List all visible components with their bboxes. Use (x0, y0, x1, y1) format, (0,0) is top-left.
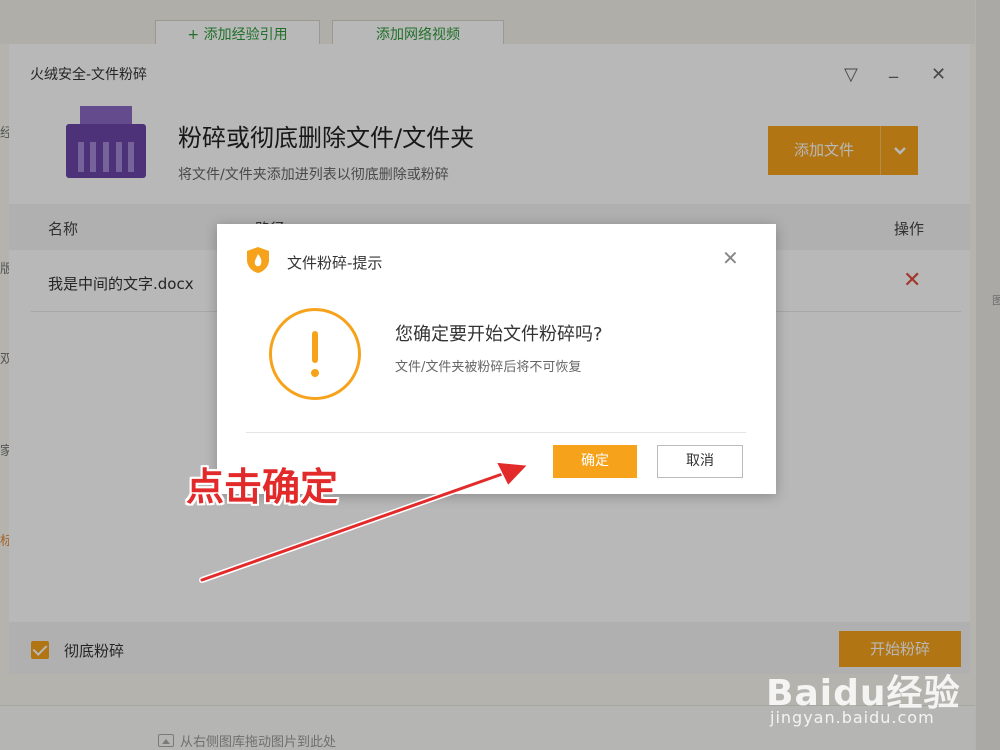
dialog-close-icon[interactable]: ✕ (722, 246, 739, 270)
watermark-sub: jingyan.baidu.com (770, 708, 935, 727)
dialog-divider (246, 432, 746, 433)
baidu-jingyan-watermark: Baidu经验 jingyan.baidu.com (766, 664, 962, 730)
warning-icon (269, 308, 361, 400)
dialog-title: 文件粉碎-提示 (287, 254, 383, 272)
confirm-dialog: 文件粉碎-提示 ✕ 您确定要开始文件粉碎吗? 文件/文件夹被粉碎后将不可恢复 确… (217, 224, 776, 494)
dialog-note: 文件/文件夹被粉碎后将不可恢复 (395, 360, 582, 375)
confirm-button[interactable]: 确定 (553, 445, 637, 478)
cancel-button[interactable]: 取消 (657, 445, 743, 478)
annotation-label: 点击确定 (186, 465, 339, 509)
dialog-question: 您确定要开始文件粉碎吗? (395, 324, 603, 345)
huorong-logo-icon (247, 247, 269, 273)
